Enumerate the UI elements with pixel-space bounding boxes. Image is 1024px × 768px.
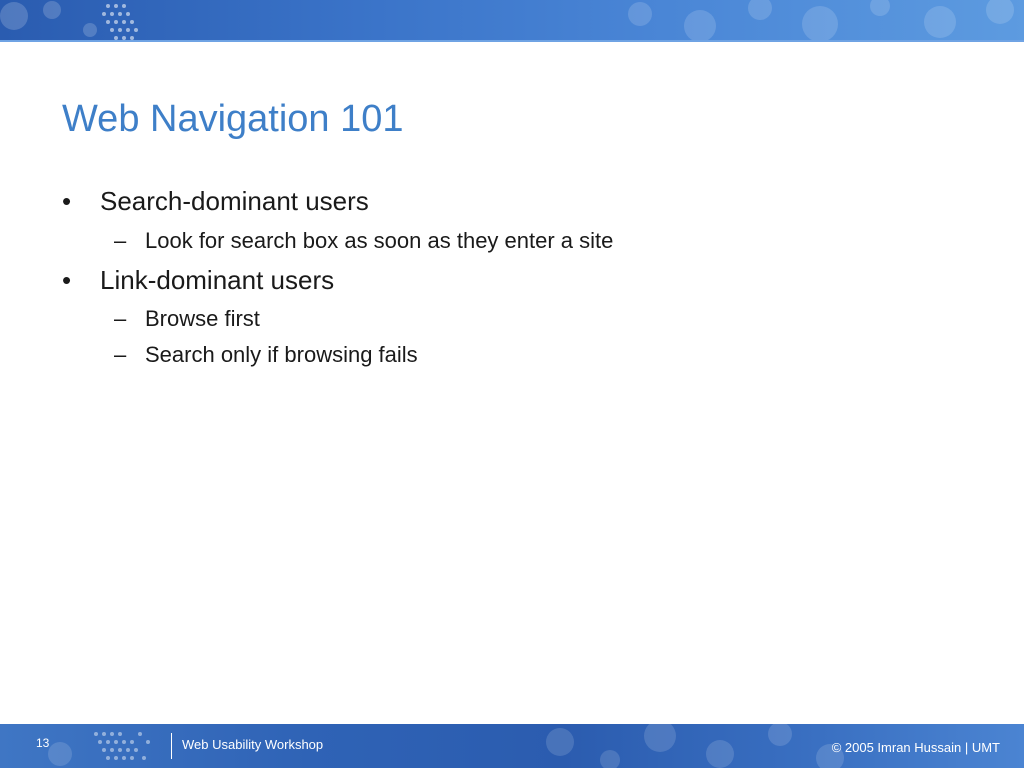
sub-bullet-marker: – [114, 342, 127, 367]
slide: Web Navigation 101 • Search-dominant user… [0, 0, 1024, 768]
bullet-item: • Link-dominant users [62, 265, 334, 296]
top-banner-edge [0, 40, 1024, 42]
bullet-text: Link-dominant users [100, 265, 335, 295]
slide-number: 13 [36, 736, 50, 750]
bullet-marker: • [62, 186, 72, 216]
top-banner-decoration [0, 0, 1014, 42]
bullet-item: • Search-dominant users [62, 186, 369, 217]
slide-title: Web Navigation 101 [62, 98, 404, 140]
sub-bullet-text: Search only if browsing fails [145, 342, 418, 367]
sub-bullet-marker: – [114, 228, 127, 253]
sub-bullet-text: Look for search box as soon as they ente… [145, 228, 614, 253]
footer-banner: 13 Web Usability Workshop © 2005 Imran H… [0, 724, 1024, 768]
sub-bullet-marker: – [114, 306, 127, 331]
footer-workshop-title: Web Usability Workshop [182, 737, 324, 752]
bullet-text: Search-dominant users [100, 186, 369, 216]
bullet-marker: • [62, 265, 72, 295]
sub-bullet-text: Browse first [145, 306, 260, 331]
sub-bullet-item: – Look for search box as soon as they ent… [114, 228, 613, 254]
sub-bullet-item: – Browse first [114, 306, 260, 332]
footer-divider [171, 733, 172, 759]
sub-bullet-item: – Search only if browsing fails [114, 342, 418, 368]
top-banner [0, 0, 1024, 42]
footer-copyright: © 2005 Imran Hussain | UMT [831, 740, 1000, 755]
